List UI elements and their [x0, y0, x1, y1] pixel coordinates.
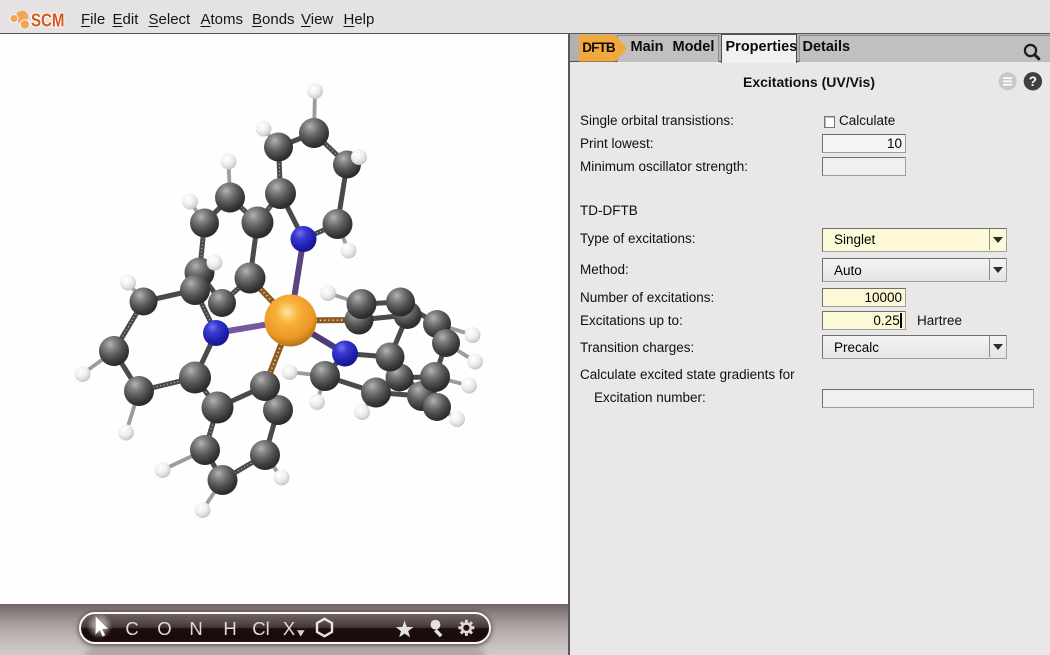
svg-text:?: ? — [1028, 74, 1036, 89]
svg-text:X: X — [283, 618, 295, 639]
svg-text:N: N — [189, 618, 202, 639]
svg-text:O: O — [157, 618, 171, 639]
svg-text:C: C — [125, 618, 138, 639]
svg-text:SCM: SCM — [31, 10, 65, 31]
svg-text:Cl: Cl — [252, 618, 269, 639]
svg-text:H: H — [223, 618, 236, 639]
